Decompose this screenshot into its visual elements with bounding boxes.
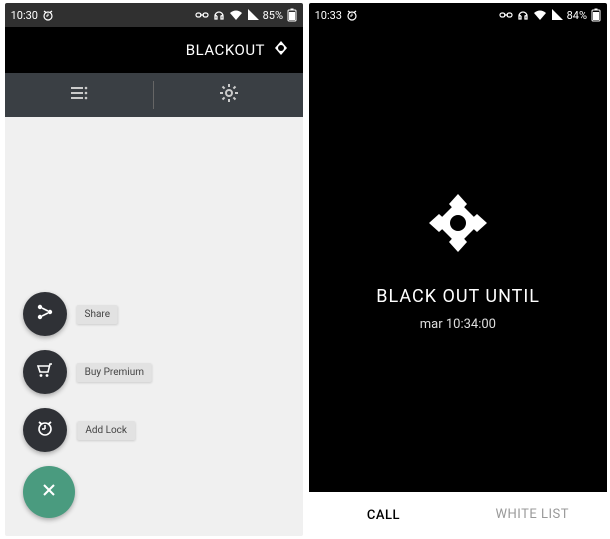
screen-main: 85% 10:30 BLACKOUT (5, 3, 303, 536)
main-content: Share Buy Premium Add Lock (5, 117, 303, 536)
app-bar: BLACKOUT (5, 27, 303, 73)
toolbar-divider (154, 81, 155, 109)
brightness-icon (423, 188, 493, 258)
signal-icon (247, 9, 259, 21)
status-bar: 85% 10:30 (5, 3, 303, 27)
headset-icon (517, 9, 529, 21)
alarm-icon (42, 9, 54, 21)
link-icon (499, 10, 513, 20)
alarm-icon (36, 419, 54, 441)
toolbar-settings[interactable] (155, 73, 304, 117)
toolbar-list[interactable] (5, 73, 154, 117)
share-icon (36, 303, 54, 325)
battery-text: 85% (263, 9, 283, 22)
wifi-icon (533, 9, 547, 21)
fab-menu: Share Buy Premium Add Lock (23, 292, 152, 518)
tab-call[interactable]: CALL (309, 492, 458, 536)
battery-icon (591, 8, 601, 22)
battery-text: 84% (567, 9, 587, 22)
status-bar: 84% 10:33 (309, 3, 607, 27)
toolbar (5, 73, 303, 117)
lockout-time: mar 10:34:00 (420, 317, 496, 332)
wifi-icon (229, 9, 243, 21)
battery-icon (287, 8, 297, 22)
tab-whitelist[interactable]: WHITE LIST (458, 492, 607, 536)
headset-icon (213, 9, 225, 21)
fab-add-label: Add Lock (77, 421, 135, 440)
app-title: BLACKOUT (186, 41, 265, 59)
alarm-icon (346, 9, 358, 21)
clock-text: 10:33 (315, 9, 342, 22)
list-icon (69, 85, 89, 105)
link-icon (195, 10, 209, 20)
signal-icon (551, 9, 563, 21)
fab-close[interactable] (23, 466, 75, 518)
lockout-body: BLACK OUT UNTIL mar 10:34:00 (309, 27, 607, 492)
lockout-headline: BLACK OUT UNTIL (376, 286, 540, 307)
gear-icon (219, 83, 239, 107)
fab-share[interactable] (23, 292, 67, 336)
fab-buy-label: Buy Premium (77, 363, 152, 382)
fab-share-label: Share (77, 305, 118, 324)
screen-lockout: 84% 10:33 (309, 3, 607, 536)
app-logo-icon (273, 40, 289, 60)
close-icon (41, 482, 57, 502)
clock-text: 10:30 (11, 9, 38, 22)
cart-icon (36, 361, 54, 383)
fab-add-lock[interactable] (23, 408, 67, 452)
fab-buy-premium[interactable] (23, 350, 67, 394)
tab-bar: WHITE LIST CALL (309, 492, 607, 536)
